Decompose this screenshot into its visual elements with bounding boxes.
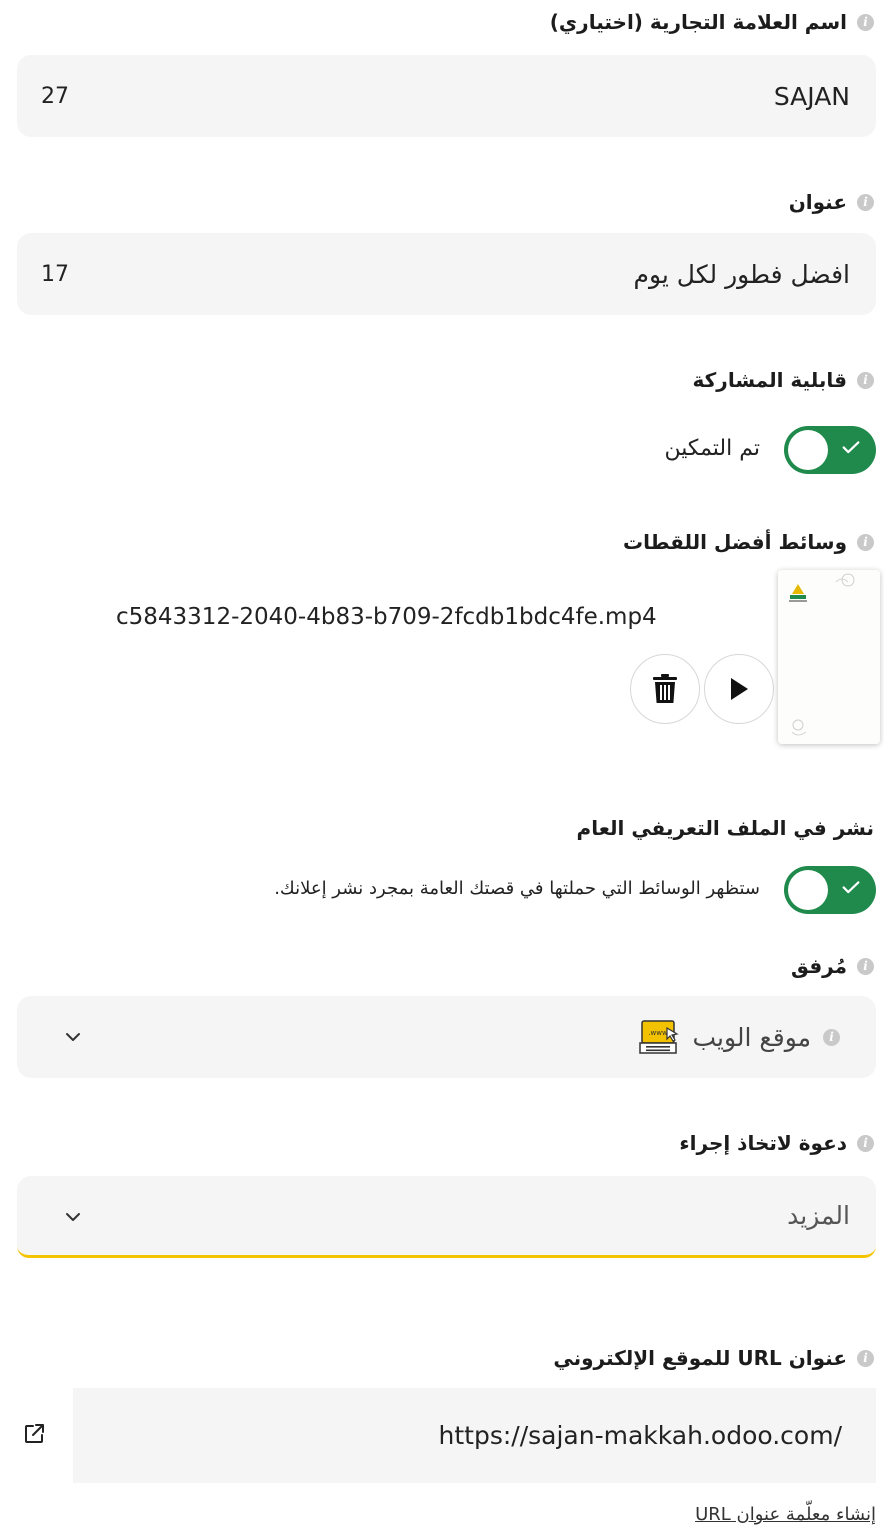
website-url-label-row: عنوان URL للموقع الإلكتروني i [553, 1346, 874, 1370]
public-profile-toggle[interactable] [784, 866, 876, 914]
brand-name-label-row: اسم العلامة التجارية (اختياري) i [550, 10, 874, 34]
brand-name-value: SAJAN [773, 81, 850, 111]
info-icon[interactable]: i [857, 193, 874, 211]
attachment-selected-value: موقع الويب [692, 1022, 812, 1052]
headline-value: افضل فطور لكل يوم [633, 259, 850, 289]
info-icon[interactable]: i [857, 957, 874, 975]
cta-selected-value: المزيد [787, 1201, 850, 1230]
cta-label-row: دعوة لاتخاذ إجراء i [679, 1131, 874, 1155]
shareability-label-row: قابلية المشاركة i [693, 368, 874, 392]
media-file-name: c5843312-2040-4b83-b709-2fcdb1bdc4fe.mp4 [116, 604, 657, 630]
info-icon[interactable]: i [823, 1028, 840, 1046]
brand-name-input[interactable]: SAJAN 27 [17, 55, 876, 137]
delete-media-button[interactable] [630, 654, 700, 724]
headline-char-count: 17 [41, 261, 69, 287]
info-icon[interactable]: i [857, 13, 874, 31]
toggle-knob [788, 870, 828, 910]
cta-select[interactable]: المزيد [17, 1176, 876, 1258]
attachment-selected-row: www. موقع الويب i [637, 996, 840, 1078]
brand-name-label: اسم العلامة التجارية (اختياري) [549, 10, 847, 34]
shareability-toggle[interactable] [784, 426, 876, 474]
public-profile-label: نشر في الملف التعريفي العام [576, 816, 874, 840]
website-url-value: https://sajan-makkah.odoo.com/ [438, 1421, 842, 1450]
svg-text:www.: www. [648, 1029, 668, 1037]
highlight-media-label-row: وسائط أفضل اللقطات i [623, 530, 874, 554]
play-media-button[interactable] [704, 654, 774, 724]
headline-label: عنوان [788, 190, 847, 214]
website-url-input[interactable]: https://sajan-makkah.odoo.com/ [73, 1388, 876, 1483]
shareability-label: قابلية المشاركة [692, 368, 847, 392]
headline-input[interactable]: افضل فطور لكل يوم 17 [17, 233, 876, 315]
trash-icon [653, 674, 677, 703]
website-icon: www. [638, 1020, 679, 1054]
attachment-label: مُرفق [791, 954, 847, 978]
info-icon[interactable]: i [857, 371, 874, 389]
toggle-knob [788, 430, 828, 470]
attachment-select[interactable]: www. موقع الويب i [17, 996, 876, 1078]
brand-name-char-count: 27 [41, 83, 69, 109]
shareability-status: تم التمكين [664, 436, 760, 461]
public-profile-description: ستظهر الوسائط التي حملتها في قصتك العامة… [274, 878, 760, 899]
info-icon[interactable]: i [857, 1349, 874, 1367]
chevron-down-icon [66, 1033, 80, 1041]
create-url-template-link[interactable]: إنشاء معلّمة عنوان URL [695, 1504, 876, 1525]
info-icon[interactable]: i [857, 1134, 874, 1152]
check-icon [842, 441, 860, 454]
cta-label: دعوة لاتخاذ إجراء [679, 1131, 847, 1155]
media-thumbnail[interactable] [778, 570, 880, 744]
check-icon [842, 881, 860, 894]
highlight-media-label: وسائط أفضل اللقطات [623, 530, 847, 554]
public-profile-label-row: نشر في الملف التعريفي العام [577, 816, 874, 840]
play-icon [731, 678, 748, 700]
chevron-down-icon [66, 1213, 80, 1221]
info-icon[interactable]: i [857, 533, 874, 551]
website-url-label: عنوان URL للموقع الإلكتروني [553, 1346, 847, 1370]
attachment-label-row: مُرفق i [791, 954, 874, 978]
headline-label-row: عنوان i [789, 190, 874, 214]
external-link-icon[interactable] [22, 1422, 46, 1446]
video-preview-image [778, 570, 880, 744]
